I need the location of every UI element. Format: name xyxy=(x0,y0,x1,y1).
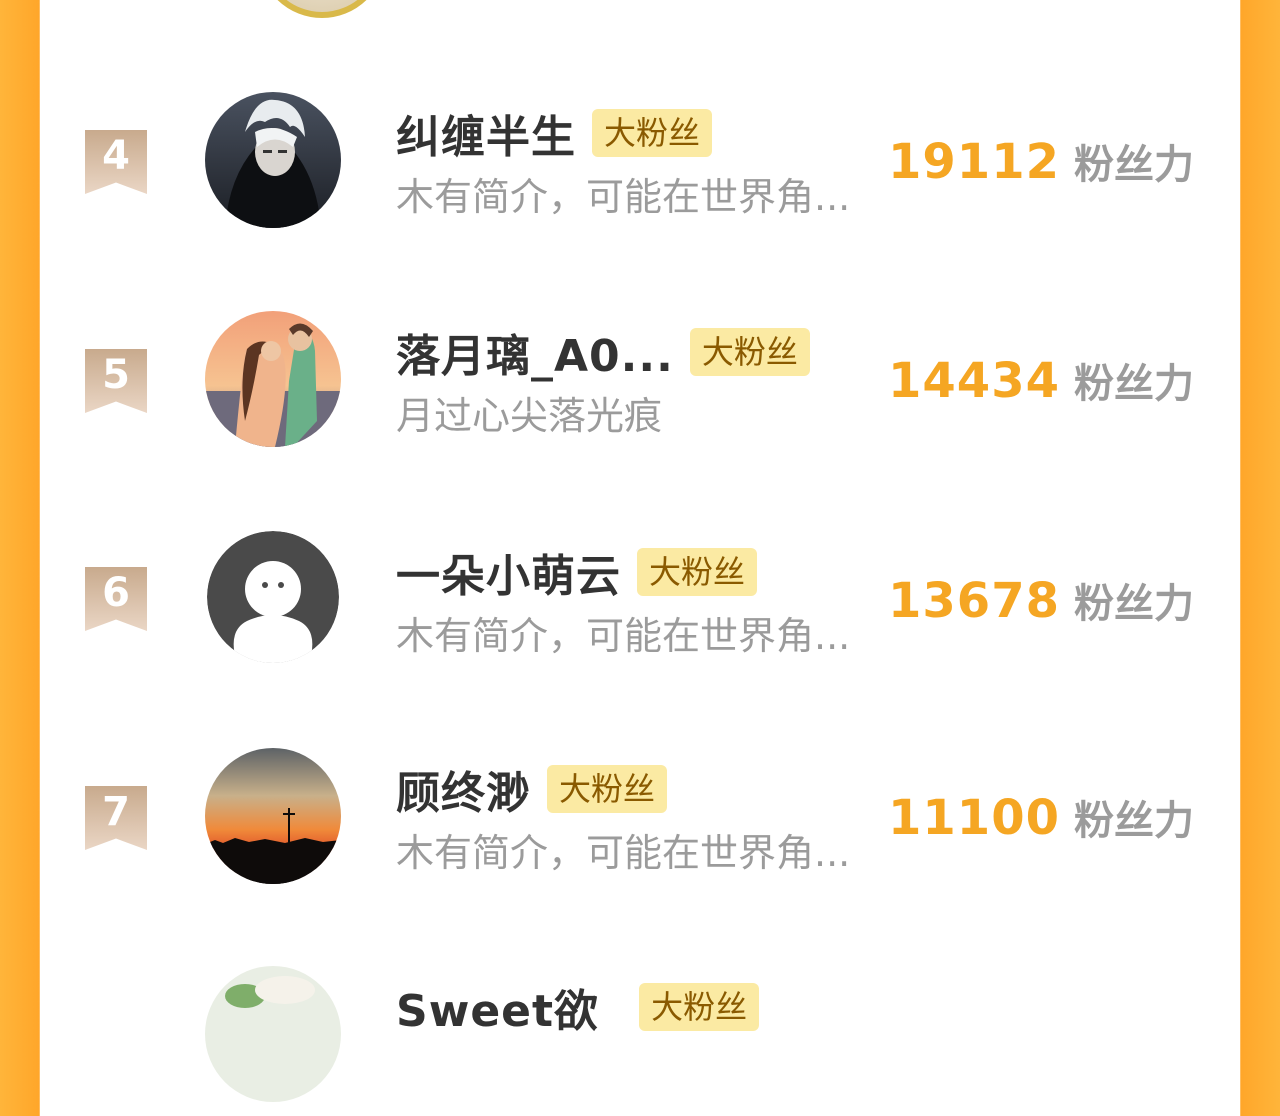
fan-score-unit: 粉丝力 xyxy=(1074,142,1194,188)
fan-score: 19112 xyxy=(888,134,1060,190)
list-item[interactable]: 4 纠缠半生 大粉丝 木有简介，可能在世界角... 19112 粉丝力 xyxy=(40,92,1240,242)
user-name[interactable]: 顾终渺 xyxy=(396,757,531,821)
fan-score-unit: 粉丝力 xyxy=(1074,361,1194,407)
default-avatar-icon[interactable] xyxy=(207,531,339,663)
user-bio: 木有简介，可能在世界角... xyxy=(396,614,851,658)
user-avatar[interactable] xyxy=(205,966,341,1102)
fan-level-badge: 大粉丝 xyxy=(639,983,760,1031)
fan-level-badge: 大粉丝 xyxy=(592,109,713,157)
user-avatar[interactable] xyxy=(205,311,341,447)
fan-score: 14434 xyxy=(888,353,1060,409)
list-item[interactable]: 6 一朵小萌云 大粉丝 木有简介，可能在世界角... 13678 粉丝力 xyxy=(40,531,1240,681)
user-name[interactable]: 落月璃_A0... xyxy=(396,320,674,384)
list-item[interactable]: 7 顾终渺 大粉丝 木有简介，可能在世界角... 11100 粉丝力 xyxy=(40,748,1240,898)
fan-score-unit: 粉丝力 xyxy=(1074,581,1194,627)
user-name[interactable]: 纠缠半生 xyxy=(396,101,576,165)
user-bio: 木有简介，可能在世界角... xyxy=(396,175,851,219)
user-avatar[interactable] xyxy=(205,748,341,884)
fan-score-unit: 粉丝力 xyxy=(1074,798,1194,844)
user-name[interactable]: 一朵小萌云 xyxy=(396,540,621,604)
user-bio: 木有简介，可能在世界角... xyxy=(396,831,851,875)
fan-level-badge: 大粉丝 xyxy=(547,765,668,813)
rank-badge: 5 xyxy=(85,349,147,413)
rank-badge: 7 xyxy=(85,786,147,850)
fan-level-badge: 大粉丝 xyxy=(689,328,810,376)
user-avatar[interactable] xyxy=(205,92,341,228)
rank-3-avatar-partial[interactable] xyxy=(258,0,386,18)
fan-score: 11100 xyxy=(888,790,1060,846)
ranking-panel: 4 纠缠半生 大粉丝 木有简介，可能在世界角... 19112 粉丝力 5 落月… xyxy=(40,0,1240,1102)
rank-badge: 6 xyxy=(85,567,147,631)
fan-level-badge: 大粉丝 xyxy=(637,548,758,596)
list-item[interactable]: 5 落月璃_A0... 大粉丝 月过心尖落光痕 14434 粉丝力 xyxy=(40,311,1240,461)
list-item[interactable]: Sweet欲 大粉丝 xyxy=(40,966,1240,1116)
user-bio: 月过心尖落光痕 xyxy=(396,394,663,438)
fan-score: 13678 xyxy=(888,573,1060,629)
user-name[interactable]: Sweet欲 xyxy=(396,975,599,1039)
rank-badge: 4 xyxy=(85,130,147,194)
